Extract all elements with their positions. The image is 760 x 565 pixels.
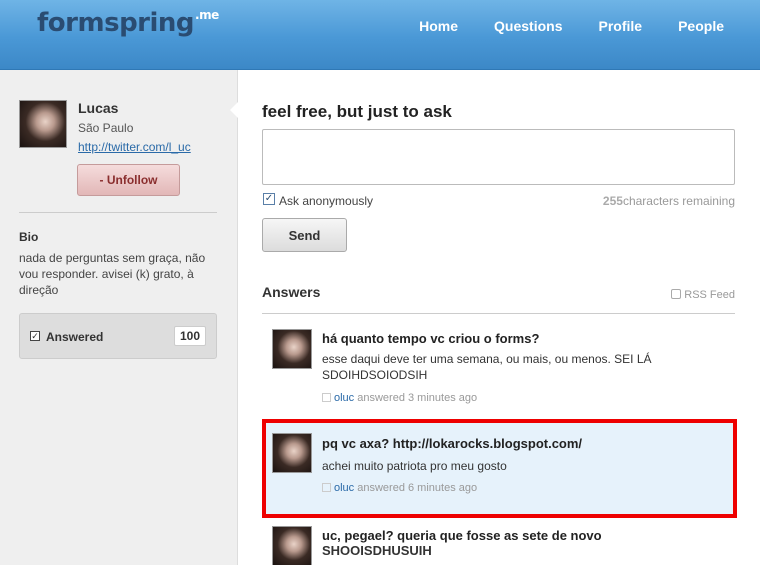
answer-meta: oluc answered 6 minutes ago bbox=[322, 482, 477, 494]
chars-remaining: 255characters remaining bbox=[603, 194, 735, 208]
answer-text: SHOOISDHUSUIH bbox=[322, 543, 432, 558]
question-textarea[interactable] bbox=[262, 129, 735, 185]
profile-avatar bbox=[19, 100, 67, 148]
answers-divider bbox=[262, 313, 735, 314]
main-content: feel free, but just to ask ✓ Ask anonymo… bbox=[238, 70, 760, 565]
answer-question[interactable]: pq vc axa? http://lokarocks.blogspot.com… bbox=[322, 436, 582, 451]
answer-item: uc, pegael? queria que fosse as sete de … bbox=[262, 522, 735, 565]
sidebar-divider bbox=[19, 212, 217, 213]
nav-profile[interactable]: Profile bbox=[599, 18, 643, 34]
profile-sidebar: Lucas São Paulo http://twitter.com/l_uc … bbox=[0, 70, 238, 565]
answer-user-link[interactable]: oluc bbox=[334, 392, 354, 404]
answer-user-link[interactable]: oluc bbox=[334, 482, 354, 494]
answer-question[interactable]: uc, pegael? queria que fosse as sete de … bbox=[322, 528, 602, 543]
chars-count: 255 bbox=[602, 194, 623, 208]
answer-item: há quanto tempo vc criou o forms? esse d… bbox=[262, 323, 735, 413]
anonymous-checkbox[interactable]: ✓ bbox=[263, 193, 275, 205]
nav-questions[interactable]: Questions bbox=[494, 18, 562, 34]
answer-text: achei muito patriota pro meu gosto bbox=[322, 459, 507, 473]
formspring-logo[interactable]: formspring.me bbox=[37, 8, 219, 38]
answered-filter[interactable]: ✓ Answered 100 bbox=[19, 313, 217, 359]
answered-checkbox[interactable]: ✓ bbox=[30, 331, 40, 341]
answered-check-icon bbox=[322, 483, 331, 492]
answer-item: pq vc axa? http://lokarocks.blogspot.com… bbox=[262, 423, 735, 514]
answered-check-icon bbox=[322, 393, 331, 402]
rss-feed-link[interactable]: RSS Feed bbox=[671, 289, 735, 301]
send-button[interactable]: Send bbox=[262, 218, 347, 252]
ask-title: feel free, but just to ask bbox=[262, 102, 452, 121]
answer-avatar[interactable] bbox=[272, 526, 312, 565]
unfollow-button[interactable]: - Unfollow bbox=[77, 164, 180, 196]
profile-name: Lucas bbox=[78, 100, 119, 116]
answered-count-badge: 100 bbox=[173, 326, 206, 346]
nav-home[interactable]: Home bbox=[419, 18, 458, 34]
chars-label: characters remaining bbox=[622, 194, 735, 208]
bio-text: nada de perguntas sem graça, não vou res… bbox=[19, 251, 206, 297]
answer-avatar[interactable] bbox=[272, 433, 312, 473]
profile-location: São Paulo bbox=[78, 121, 134, 135]
anonymous-label: Ask anonymously bbox=[279, 194, 374, 208]
profile-link[interactable]: http://twitter.com/l_uc bbox=[78, 140, 191, 154]
answer-time: answered 3 minutes ago bbox=[357, 392, 478, 404]
answered-label: Answered bbox=[46, 330, 104, 344]
answers-heading: Answers bbox=[262, 284, 321, 300]
top-header: formspring.me Home Questions Profile Peo… bbox=[0, 0, 760, 70]
main-nav: Home Questions Profile People bbox=[419, 18, 724, 34]
bio-heading: Bio bbox=[19, 230, 39, 244]
rss-icon bbox=[671, 289, 682, 299]
nav-people[interactable]: People bbox=[678, 18, 724, 34]
answer-avatar[interactable] bbox=[272, 329, 312, 369]
answer-question[interactable]: há quanto tempo vc criou o forms? bbox=[322, 331, 539, 346]
answer-meta: oluc answered 3 minutes ago bbox=[322, 392, 477, 404]
answer-text: esse daqui deve ter uma semana, ou mais,… bbox=[322, 352, 652, 382]
answer-time: answered 6 minutes ago bbox=[357, 482, 478, 494]
